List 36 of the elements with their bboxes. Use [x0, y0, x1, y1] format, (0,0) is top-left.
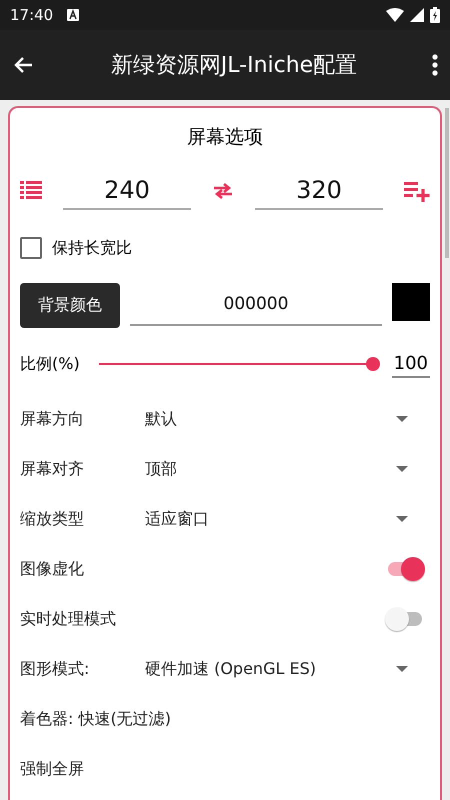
dropdown-arrow-icon[interactable] — [396, 516, 408, 522]
dropdown-value[interactable]: 硬件加速 (OpenGL ES) — [145, 658, 396, 680]
section-title: 屏幕选项 — [186, 125, 264, 150]
background-color-button[interactable]: 背景颜色 — [20, 282, 120, 328]
signal-icon — [410, 8, 424, 22]
swap-icon[interactable] — [212, 183, 234, 199]
color-field[interactable]: 000000 — [130, 284, 382, 326]
dropdown-value[interactable]: 顶部 — [145, 458, 396, 480]
setting-label: 图形模式: — [20, 658, 90, 680]
dropdown-arrow-icon[interactable] — [396, 416, 408, 422]
notification-icon — [67, 9, 80, 21]
more-icon[interactable] — [432, 54, 438, 76]
setting-label: 缩放类型 — [20, 508, 85, 530]
battery-icon — [430, 7, 440, 23]
height-field[interactable]: 320 — [255, 172, 383, 210]
scrollbar[interactable] — [445, 108, 449, 258]
dropdown-value[interactable]: 适应窗口 — [145, 508, 396, 530]
clock: 17:40 — [10, 6, 54, 24]
scale-label: 比例(%) — [20, 354, 80, 374]
setting-label: 屏幕对齐 — [20, 458, 85, 480]
wifi-icon — [386, 8, 404, 22]
playlist-add-icon[interactable] — [404, 180, 430, 202]
dropdown-arrow-icon[interactable] — [396, 466, 408, 472]
setting-label: 图像虚化 — [20, 558, 85, 580]
setting-label: 强制全屏 — [20, 758, 84, 780]
checkbox-label: 保持长宽比 — [52, 238, 132, 258]
setting-label: 着色器: 快速(无过滤) — [20, 708, 171, 730]
width-field[interactable]: 240 — [63, 172, 191, 210]
setting-label: 屏幕方向 — [20, 408, 85, 430]
dropdown-arrow-icon[interactable] — [396, 666, 408, 672]
screen-title: 新绿资源网JL-Iniche配置 — [110, 52, 358, 80]
scale-value: 100 — [392, 350, 430, 378]
checkbox[interactable] — [20, 237, 42, 259]
setting-label: 实时处理模式 — [20, 608, 117, 630]
list-icon[interactable] — [20, 181, 42, 201]
dropdown-value[interactable]: 默认 — [145, 408, 396, 430]
